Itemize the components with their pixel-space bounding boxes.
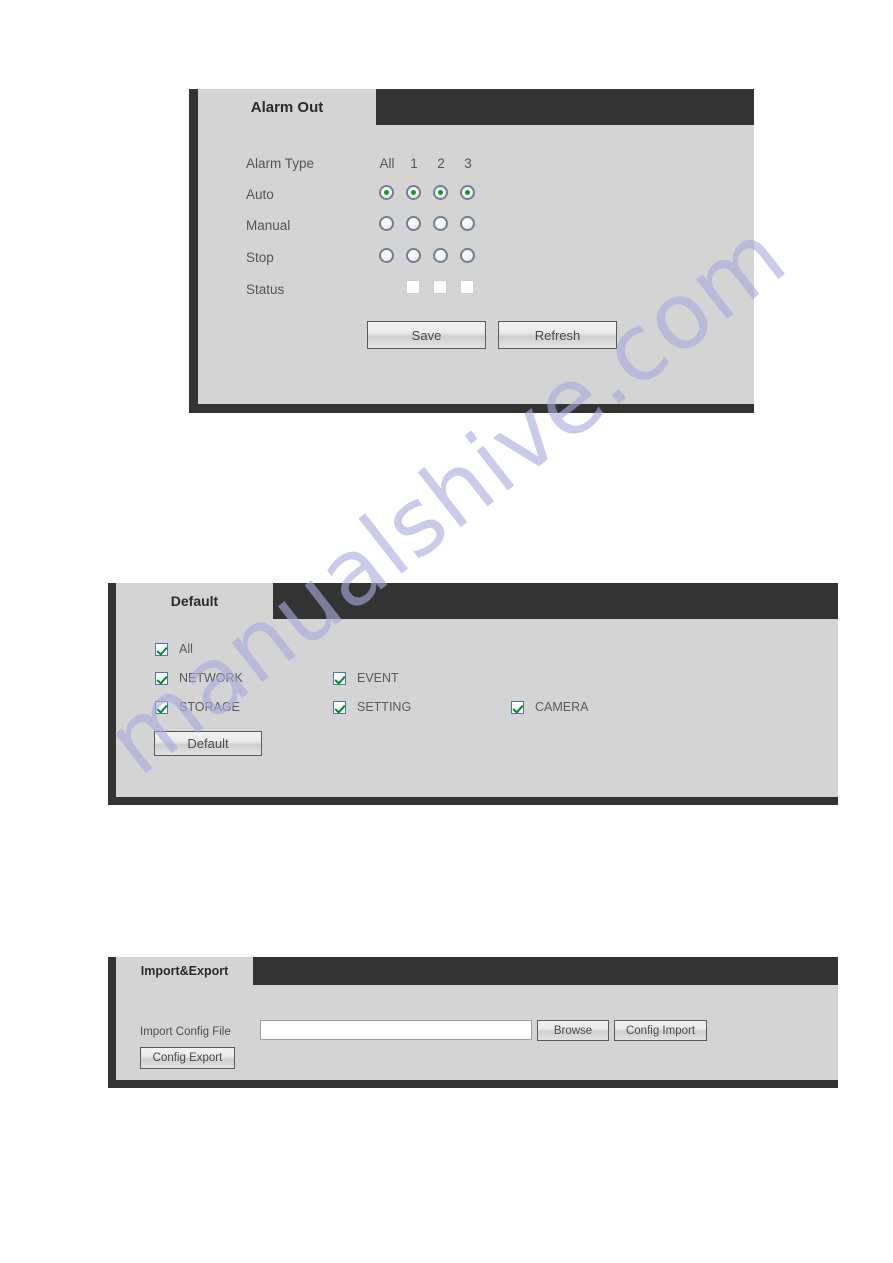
column-header-all: All bbox=[379, 156, 395, 171]
radio-manual-2[interactable] bbox=[433, 216, 448, 231]
radio-stop-1[interactable] bbox=[406, 248, 421, 263]
import-config-file-input[interactable] bbox=[260, 1020, 532, 1040]
alarm-out-body: Alarm Type Auto Manual Stop Status All 1… bbox=[198, 125, 754, 404]
checkbox-label-event: EVENT bbox=[357, 671, 399, 685]
checkbox-label-camera: CAMERA bbox=[535, 700, 589, 714]
radio-auto-all[interactable] bbox=[379, 185, 394, 200]
refresh-button[interactable]: Refresh bbox=[498, 321, 617, 349]
radio-manual-all[interactable] bbox=[379, 216, 394, 231]
radio-manual-3[interactable] bbox=[460, 216, 475, 231]
default-tabbar: Default bbox=[116, 583, 838, 619]
column-header-3: 3 bbox=[464, 156, 472, 171]
checkbox-item-storage[interactable]: STORAGE bbox=[155, 700, 240, 714]
radio-stop-all[interactable] bbox=[379, 248, 394, 263]
tab-alarm-out[interactable]: Alarm Out bbox=[198, 89, 376, 125]
import-export-panel: Import&Export Import Config File Browse … bbox=[108, 957, 838, 1088]
browse-button[interactable]: Browse bbox=[537, 1020, 609, 1041]
checkbox-item-camera[interactable]: CAMERA bbox=[511, 700, 588, 714]
default-panel: Default All NETWORK EVENT STORAGE SETTIN… bbox=[108, 583, 838, 805]
checkbox-item-network[interactable]: NETWORK bbox=[155, 671, 243, 685]
import-export-inner: Import&Export Import Config File Browse … bbox=[116, 957, 838, 1080]
tab-default[interactable]: Default bbox=[116, 583, 273, 619]
checkbox-setting[interactable] bbox=[333, 700, 346, 714]
column-header-2: 2 bbox=[437, 156, 445, 171]
status-box-1 bbox=[406, 280, 420, 294]
checkbox-label-network: NETWORK bbox=[179, 671, 243, 685]
radio-auto-2[interactable] bbox=[433, 185, 448, 200]
import-export-body: Import Config File Browse Config Import … bbox=[116, 985, 838, 1080]
checkbox-event[interactable] bbox=[333, 671, 346, 685]
import-config-file-label: Import Config File bbox=[140, 1026, 231, 1038]
tab-import-export[interactable]: Import&Export bbox=[116, 957, 253, 985]
label-status: Status bbox=[246, 282, 285, 297]
checkbox-all[interactable] bbox=[155, 642, 168, 656]
label-stop: Stop bbox=[246, 250, 274, 265]
checkbox-label-storage: STORAGE bbox=[179, 700, 240, 714]
default-button[interactable]: Default bbox=[154, 731, 262, 756]
radio-auto-3[interactable] bbox=[460, 185, 475, 200]
status-box-3 bbox=[460, 280, 474, 294]
checkbox-item-event[interactable]: EVENT bbox=[333, 671, 399, 685]
import-export-tabbar: Import&Export bbox=[116, 957, 838, 985]
config-import-button[interactable]: Config Import bbox=[614, 1020, 707, 1041]
save-button[interactable]: Save bbox=[367, 321, 486, 349]
default-inner: Default All NETWORK EVENT STORAGE SETTIN… bbox=[116, 583, 838, 797]
label-auto: Auto bbox=[246, 187, 274, 202]
config-export-button[interactable]: Config Export bbox=[140, 1047, 235, 1069]
status-box-2 bbox=[433, 280, 447, 294]
default-body: All NETWORK EVENT STORAGE SETTING CAMERA bbox=[116, 619, 838, 797]
checkbox-label-all: All bbox=[179, 642, 193, 656]
alarm-out-tabbar: Alarm Out bbox=[198, 89, 754, 125]
checkbox-item-setting[interactable]: SETTING bbox=[333, 700, 411, 714]
radio-stop-3[interactable] bbox=[460, 248, 475, 263]
checkbox-storage[interactable] bbox=[155, 700, 168, 714]
label-alarm-type: Alarm Type bbox=[246, 156, 315, 171]
checkbox-item-all[interactable]: All bbox=[155, 642, 193, 656]
radio-stop-2[interactable] bbox=[433, 248, 448, 263]
checkbox-network[interactable] bbox=[155, 671, 168, 685]
label-manual: Manual bbox=[246, 218, 291, 233]
radio-auto-1[interactable] bbox=[406, 185, 421, 200]
checkbox-label-setting: SETTING bbox=[357, 700, 412, 714]
alarm-out-panel: Alarm Out Alarm Type Auto Manual Stop St… bbox=[189, 89, 754, 413]
checkbox-camera[interactable] bbox=[511, 700, 524, 714]
alarm-out-inner: Alarm Out Alarm Type Auto Manual Stop St… bbox=[198, 89, 754, 404]
column-header-1: 1 bbox=[410, 156, 418, 171]
radio-manual-1[interactable] bbox=[406, 216, 421, 231]
